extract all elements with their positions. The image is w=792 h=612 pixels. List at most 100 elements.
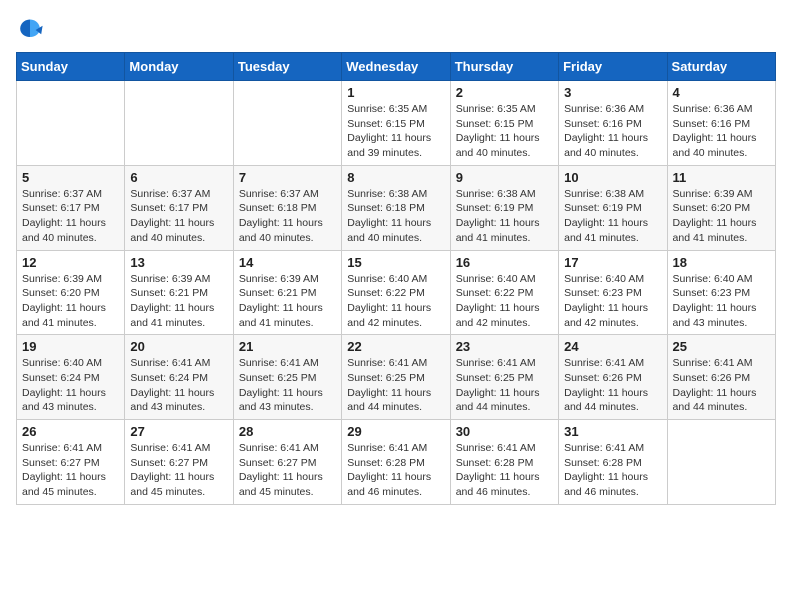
- calendar-cell: [233, 81, 341, 166]
- calendar-week-row: 19 Sunrise: 6:40 AMSunset: 6:24 PMDayligh…: [17, 335, 776, 420]
- weekday-header: Saturday: [667, 53, 775, 81]
- day-number: 3: [564, 85, 661, 100]
- calendar-cell: 21 Sunrise: 6:41 AMSunset: 6:25 PMDayligh…: [233, 335, 341, 420]
- day-info: Sunrise: 6:40 AMSunset: 6:23 PMDaylight:…: [564, 272, 661, 331]
- day-number: 9: [456, 170, 553, 185]
- weekday-header: Sunday: [17, 53, 125, 81]
- calendar-cell: 13 Sunrise: 6:39 AMSunset: 6:21 PMDayligh…: [125, 250, 233, 335]
- day-number: 30: [456, 424, 553, 439]
- day-info: Sunrise: 6:39 AMSunset: 6:20 PMDaylight:…: [22, 272, 119, 331]
- calendar-cell: 20Sunrise: 6:41 AMSunset: 6:24 PMDayligh…: [125, 335, 233, 420]
- day-number: 26: [22, 424, 119, 439]
- day-info: Sunrise: 6:41 AMSunset: 6:26 PMDaylight:…: [673, 356, 770, 415]
- calendar-cell: [17, 81, 125, 166]
- calendar-week-row: 1Sunrise: 6:35 AMSunset: 6:15 PMDaylight…: [17, 81, 776, 166]
- day-info: Sunrise: 6:40 AMSunset: 6:24 PMDaylight:…: [22, 356, 119, 415]
- day-number: 8: [347, 170, 444, 185]
- weekday-header: Wednesday: [342, 53, 450, 81]
- calendar-cell: 9 Sunrise: 6:38 AMSunset: 6:19 PMDaylight…: [450, 165, 558, 250]
- calendar-cell: 26 Sunrise: 6:41 AMSunset: 6:27 PMDayligh…: [17, 420, 125, 505]
- weekday-header: Tuesday: [233, 53, 341, 81]
- day-info: Sunrise: 6:41 AMSunset: 6:24 PMDaylight:…: [130, 356, 227, 415]
- day-info: Sunrise: 6:41 AMSunset: 6:28 PMDaylight:…: [347, 441, 444, 500]
- calendar-week-row: 5 Sunrise: 6:37 AMSunset: 6:17 PMDaylight…: [17, 165, 776, 250]
- day-info: Sunrise: 6:39 AMSunset: 6:21 PMDaylight:…: [239, 272, 336, 331]
- day-info: Sunrise: 6:41 AMSunset: 6:28 PMDaylight:…: [564, 441, 661, 500]
- calendar-cell: [125, 81, 233, 166]
- calendar-cell: 6Sunrise: 6:37 AMSunset: 6:17 PMDaylight…: [125, 165, 233, 250]
- calendar-cell: 16 Sunrise: 6:40 AMSunset: 6:22 PMDayligh…: [450, 250, 558, 335]
- calendar-cell: 24 Sunrise: 6:41 AMSunset: 6:26 PMDayligh…: [559, 335, 667, 420]
- calendar-cell: 8 Sunrise: 6:38 AMSunset: 6:18 PMDaylight…: [342, 165, 450, 250]
- day-info: Sunrise: 6:40 AMSunset: 6:22 PMDaylight:…: [456, 272, 553, 331]
- day-info: Sunrise: 6:41 AMSunset: 6:25 PMDaylight:…: [347, 356, 444, 415]
- calendar-cell: 29 Sunrise: 6:41 AMSunset: 6:28 PMDayligh…: [342, 420, 450, 505]
- day-info: Sunrise: 6:41 AMSunset: 6:25 PMDaylight:…: [456, 356, 553, 415]
- calendar-cell: 30 Sunrise: 6:41 AMSunset: 6:28 PMDayligh…: [450, 420, 558, 505]
- calendar-week-row: 12 Sunrise: 6:39 AMSunset: 6:20 PMDayligh…: [17, 250, 776, 335]
- day-number: 21: [239, 339, 336, 354]
- calendar-cell: 28 Sunrise: 6:41 AMSunset: 6:27 PMDayligh…: [233, 420, 341, 505]
- day-number: 28: [239, 424, 336, 439]
- logo: [16, 16, 48, 44]
- day-info: Sunrise: 6:39 AMSunset: 6:20 PMDaylight:…: [673, 187, 770, 246]
- calendar-cell: [667, 420, 775, 505]
- weekday-header: Friday: [559, 53, 667, 81]
- day-info: Sunrise: 6:39 AMSunset: 6:21 PMDaylight:…: [130, 272, 227, 331]
- calendar-cell: 14 Sunrise: 6:39 AMSunset: 6:21 PMDayligh…: [233, 250, 341, 335]
- day-number: 4: [673, 85, 770, 100]
- day-info: Sunrise: 6:41 AMSunset: 6:27 PMDaylight:…: [239, 441, 336, 500]
- day-info: Sunrise: 6:35 AMSunset: 6:15 PMDaylight:…: [456, 102, 553, 161]
- day-number: 22: [347, 339, 444, 354]
- day-info: Sunrise: 6:38 AMSunset: 6:18 PMDaylight:…: [347, 187, 444, 246]
- day-info: Sunrise: 6:38 AMSunset: 6:19 PMDaylight:…: [564, 187, 661, 246]
- day-info: Sunrise: 6:40 AMSunset: 6:23 PMDaylight:…: [673, 272, 770, 331]
- day-info: Sunrise: 6:36 AMSunset: 6:16 PMDaylight:…: [564, 102, 661, 161]
- day-info: Sunrise: 6:36 AMSunset: 6:16 PMDaylight:…: [673, 102, 770, 161]
- day-info: Sunrise: 6:37 AMSunset: 6:17 PMDaylight:…: [130, 187, 227, 246]
- day-number: 7: [239, 170, 336, 185]
- day-number: 17: [564, 255, 661, 270]
- day-number: 18: [673, 255, 770, 270]
- calendar-cell: 19 Sunrise: 6:40 AMSunset: 6:24 PMDayligh…: [17, 335, 125, 420]
- day-info: Sunrise: 6:41 AMSunset: 6:26 PMDaylight:…: [564, 356, 661, 415]
- day-number: 24: [564, 339, 661, 354]
- calendar-cell: 15Sunrise: 6:40 AMSunset: 6:22 PMDayligh…: [342, 250, 450, 335]
- calendar-cell: 23 Sunrise: 6:41 AMSunset: 6:25 PMDayligh…: [450, 335, 558, 420]
- weekday-header-row: SundayMondayTuesdayWednesdayThursdayFrid…: [17, 53, 776, 81]
- calendar-table: SundayMondayTuesdayWednesdayThursdayFrid…: [16, 52, 776, 505]
- day-number: 13: [130, 255, 227, 270]
- day-number: 5: [22, 170, 119, 185]
- day-number: 23: [456, 339, 553, 354]
- day-info: Sunrise: 6:41 AMSunset: 6:25 PMDaylight:…: [239, 356, 336, 415]
- day-info: Sunrise: 6:37 AMSunset: 6:17 PMDaylight:…: [22, 187, 119, 246]
- calendar-cell: 22 Sunrise: 6:41 AMSunset: 6:25 PMDayligh…: [342, 335, 450, 420]
- day-number: 14: [239, 255, 336, 270]
- day-info: Sunrise: 6:41 AMSunset: 6:28 PMDaylight:…: [456, 441, 553, 500]
- day-number: 12: [22, 255, 119, 270]
- day-info: Sunrise: 6:35 AMSunset: 6:15 PMDaylight:…: [347, 102, 444, 161]
- day-info: Sunrise: 6:41 AMSunset: 6:27 PMDaylight:…: [130, 441, 227, 500]
- day-info: Sunrise: 6:41 AMSunset: 6:27 PMDaylight:…: [22, 441, 119, 500]
- weekday-header: Thursday: [450, 53, 558, 81]
- calendar-cell: 27 Sunrise: 6:41 AMSunset: 6:27 PMDayligh…: [125, 420, 233, 505]
- day-number: 27: [130, 424, 227, 439]
- day-number: 19: [22, 339, 119, 354]
- calendar-cell: 10Sunrise: 6:38 AMSunset: 6:19 PMDayligh…: [559, 165, 667, 250]
- day-number: 16: [456, 255, 553, 270]
- day-number: 31: [564, 424, 661, 439]
- calendar-cell: 3 Sunrise: 6:36 AMSunset: 6:16 PMDaylight…: [559, 81, 667, 166]
- day-info: Sunrise: 6:38 AMSunset: 6:19 PMDaylight:…: [456, 187, 553, 246]
- day-number: 2: [456, 85, 553, 100]
- day-number: 11: [673, 170, 770, 185]
- weekday-header: Monday: [125, 53, 233, 81]
- day-info: Sunrise: 6:40 AMSunset: 6:22 PMDaylight:…: [347, 272, 444, 331]
- day-number: 29: [347, 424, 444, 439]
- calendar-cell: 18 Sunrise: 6:40 AMSunset: 6:23 PMDayligh…: [667, 250, 775, 335]
- calendar-cell: 31 Sunrise: 6:41 AMSunset: 6:28 PMDayligh…: [559, 420, 667, 505]
- calendar-cell: 1Sunrise: 6:35 AMSunset: 6:15 PMDaylight…: [342, 81, 450, 166]
- calendar-cell: 2 Sunrise: 6:35 AMSunset: 6:15 PMDaylight…: [450, 81, 558, 166]
- header: [16, 16, 776, 44]
- calendar-cell: 17 Sunrise: 6:40 AMSunset: 6:23 PMDayligh…: [559, 250, 667, 335]
- calendar-cell: 25Sunrise: 6:41 AMSunset: 6:26 PMDayligh…: [667, 335, 775, 420]
